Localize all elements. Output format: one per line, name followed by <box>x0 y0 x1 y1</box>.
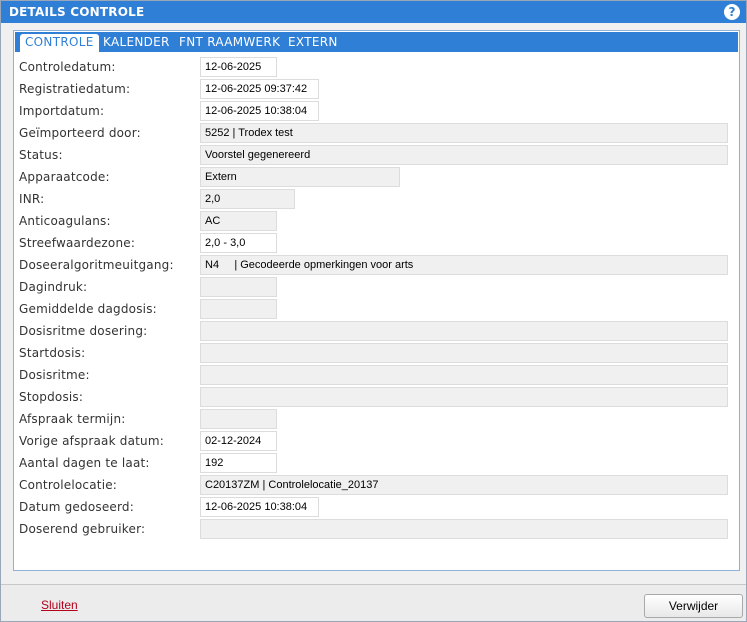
tab-extern[interactable]: EXTERN <box>283 34 343 52</box>
field-label: Controledatum: <box>19 60 116 74</box>
dialog-title: DETAILS CONTROLE <box>9 5 145 19</box>
field-label: Afspraak termijn: <box>19 412 126 426</box>
field-value: 12-06-2025 10:38:04 <box>200 101 319 121</box>
tab-fnt-raamwerk[interactable]: FNT RAAMWERK <box>174 34 285 52</box>
field-label: Stopdosis: <box>19 390 84 404</box>
field-value: 192 <box>200 453 277 473</box>
field-value: Extern <box>200 167 400 187</box>
field-label: Anticoagulans: <box>19 214 111 228</box>
details-panel: CONTROLE KALENDER FNT RAAMWERK EXTERN Co… <box>13 30 740 571</box>
field-value: AC <box>200 211 277 231</box>
field-value <box>200 387 728 407</box>
close-link[interactable]: Sluiten <box>41 598 78 612</box>
tab-kalender[interactable]: KALENDER <box>98 34 175 52</box>
field-label: Gemiddelde dagdosis: <box>19 302 157 316</box>
field-value: 12-06-2025 09:37:42 <box>200 79 319 99</box>
field-label: Status: <box>19 148 63 162</box>
field-label: Apparaatcode: <box>19 170 110 184</box>
field-label: Doserend gebruiker: <box>19 522 146 536</box>
field-label: Controlelocatie: <box>19 478 118 492</box>
field-value: 5252 | Trodex test <box>200 123 728 143</box>
field-value: N4 | Gecodeerde opmerkingen voor arts <box>200 255 728 275</box>
field-value: 2,0 - 3,0 <box>200 233 277 253</box>
field-value <box>200 277 277 297</box>
help-icon[interactable]: ? <box>724 4 740 20</box>
delete-button[interactable]: Verwijder <box>644 594 743 618</box>
field-label: Importdatum: <box>19 104 105 118</box>
field-label: Doseeralgoritmeuitgang: <box>19 258 174 272</box>
field-value: 12-06-2025 <box>200 57 277 77</box>
field-value <box>200 365 728 385</box>
field-label: Startdosis: <box>19 346 86 360</box>
field-label: Aantal dagen te laat: <box>19 456 150 470</box>
field-value: Voorstel gegenereerd <box>200 145 728 165</box>
field-value: C20137ZM | Controlelocatie_20137 <box>200 475 728 495</box>
field-label: INR: <box>19 192 45 206</box>
field-label: Dosisritme dosering: <box>19 324 148 338</box>
details-dialog: DETAILS CONTROLE ? CONTROLE KALENDER FNT… <box>0 0 747 622</box>
field-value <box>200 519 728 539</box>
field-label: Geïmporteerd door: <box>19 126 141 140</box>
tab-controle[interactable]: CONTROLE <box>20 34 99 52</box>
dialog-footer: Sluiten Verwijder <box>1 584 746 621</box>
field-label: Streefwaardezone: <box>19 236 136 250</box>
field-value <box>200 343 728 363</box>
field-label: Dagindruk: <box>19 280 88 294</box>
field-label: Vorige afspraak datum: <box>19 434 164 448</box>
field-value <box>200 299 277 319</box>
field-value: 12-06-2025 10:38:04 <box>200 497 319 517</box>
field-label: Dosisritme: <box>19 368 90 382</box>
dialog-titlebar: DETAILS CONTROLE ? <box>1 1 746 23</box>
field-value: 02-12-2024 <box>200 431 277 451</box>
field-value <box>200 409 277 429</box>
field-value: 2,0 <box>200 189 295 209</box>
field-label: Datum gedoseerd: <box>19 500 134 514</box>
field-label: Registratiedatum: <box>19 82 131 96</box>
tab-bar: CONTROLE KALENDER FNT RAAMWERK EXTERN <box>15 32 738 52</box>
field-value <box>200 321 728 341</box>
